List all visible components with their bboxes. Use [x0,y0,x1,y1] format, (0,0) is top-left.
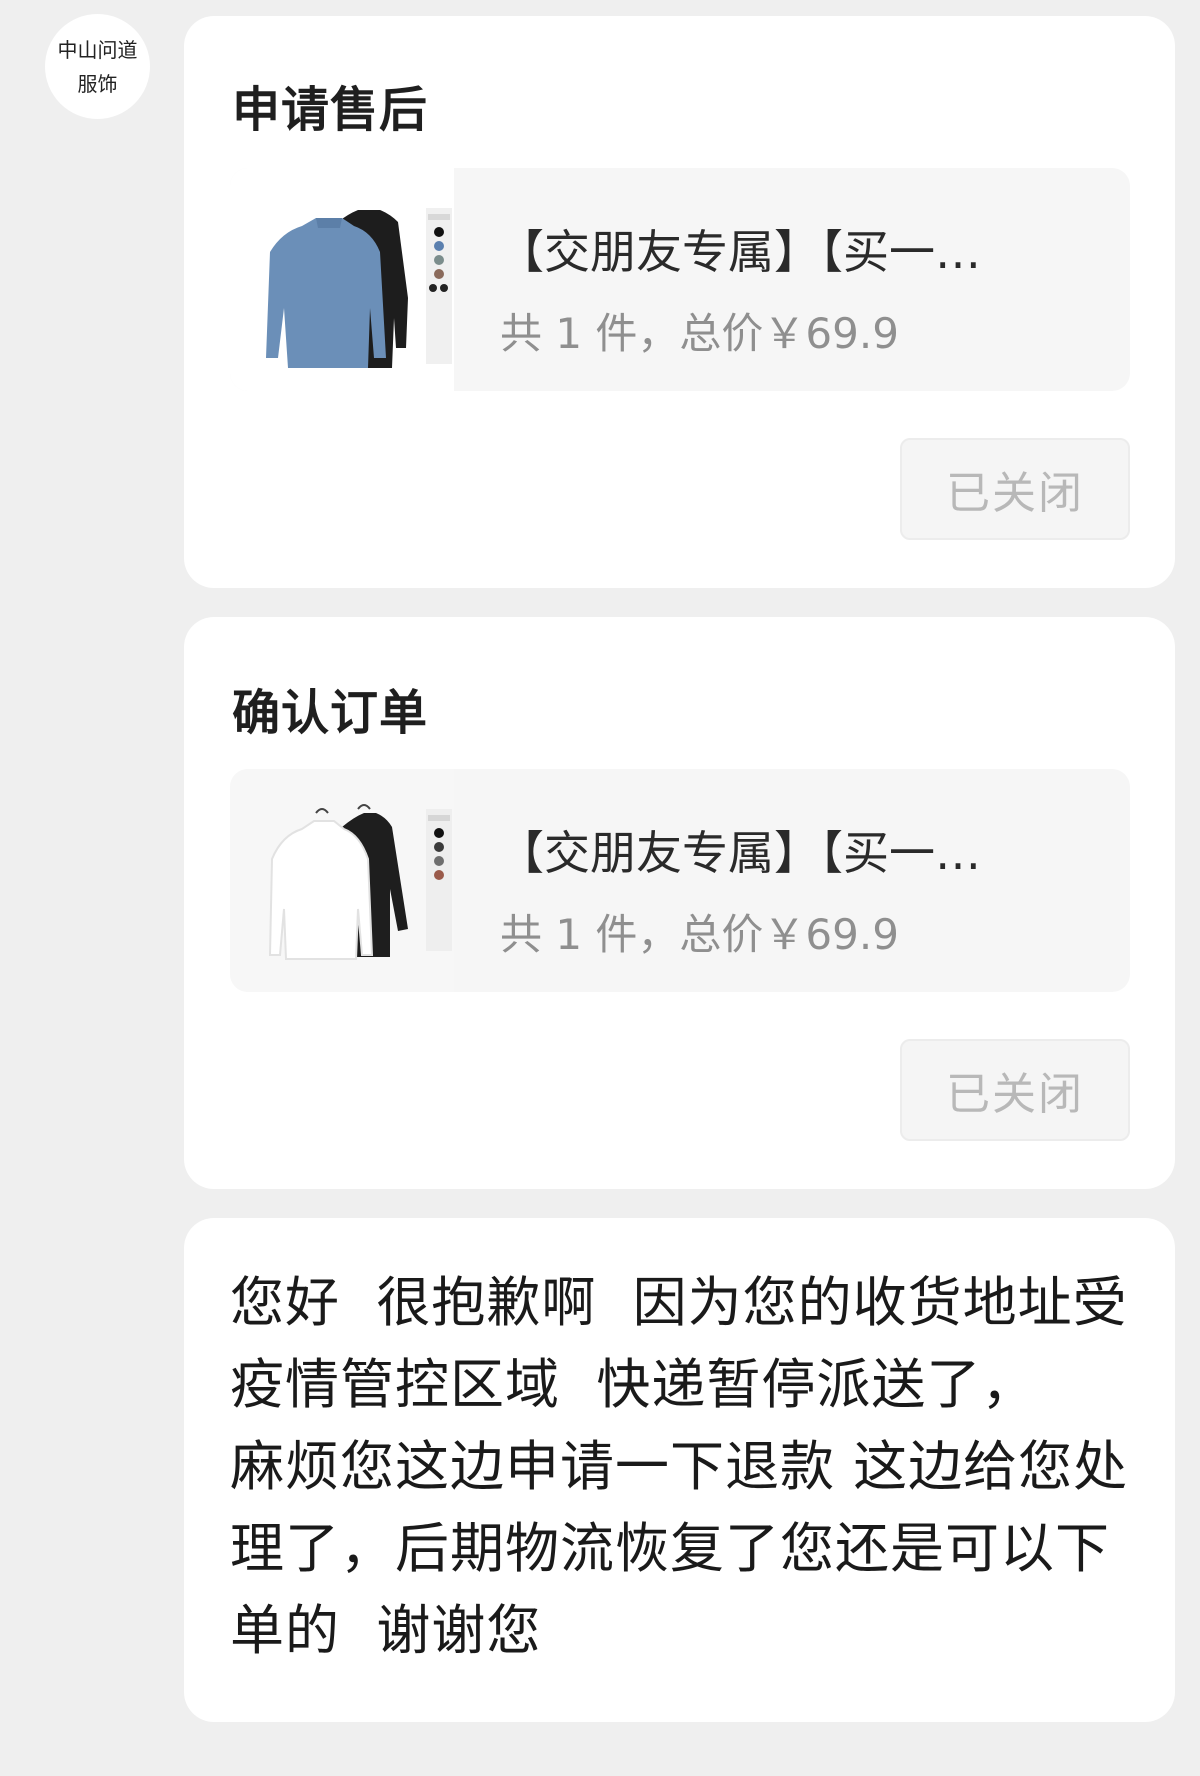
product-thumbnail [230,168,454,391]
product-summary: 共 1 件，总价￥69.9 [500,309,899,358]
product-item[interactable]: 【交朋友专属】【买一… 共 1 件，总价￥69.9 [230,769,1130,992]
card-title: 确认订单 [232,685,429,741]
product-name: 【交朋友专属】【买一… [498,826,981,880]
product-thumbnail [230,769,454,992]
order-confirm-card[interactable]: 确认订单 【交朋友专属】【买一… 共 1 件，总价￥69.9 已关闭 [184,617,1175,1189]
after-sales-card[interactable]: 申请售后 【交朋友专属】【买一… 共 1 件，总价￥69.9 已关闭 [184,16,1175,588]
avatar-name-line1: 中山问道 [57,37,138,62]
text-message-bubble[interactable]: 您好 很抱歉啊 因为您的收货地址受疫情管控区域 快递暂停派送了， 麻烦您这边申请… [184,1218,1175,1722]
message-text: 您好 很抱歉啊 因为您的收货地址受疫情管控区域 快递暂停派送了， 麻烦您这边申请… [230,1271,1129,1662]
avatar-name-line2: 服饰 [77,71,118,96]
closed-status-button[interactable]: 已关闭 [900,438,1130,540]
product-item[interactable]: 【交朋友专属】【买一… 共 1 件，总价￥69.9 [230,168,1130,391]
product-summary: 共 1 件，总价￥69.9 [500,910,899,959]
product-name: 【交朋友专属】【买一… [498,225,981,279]
card-title: 申请售后 [232,82,429,138]
seller-avatar[interactable]: 中山问道 服饰 [45,14,150,119]
closed-status-button[interactable]: 已关闭 [900,1039,1130,1141]
